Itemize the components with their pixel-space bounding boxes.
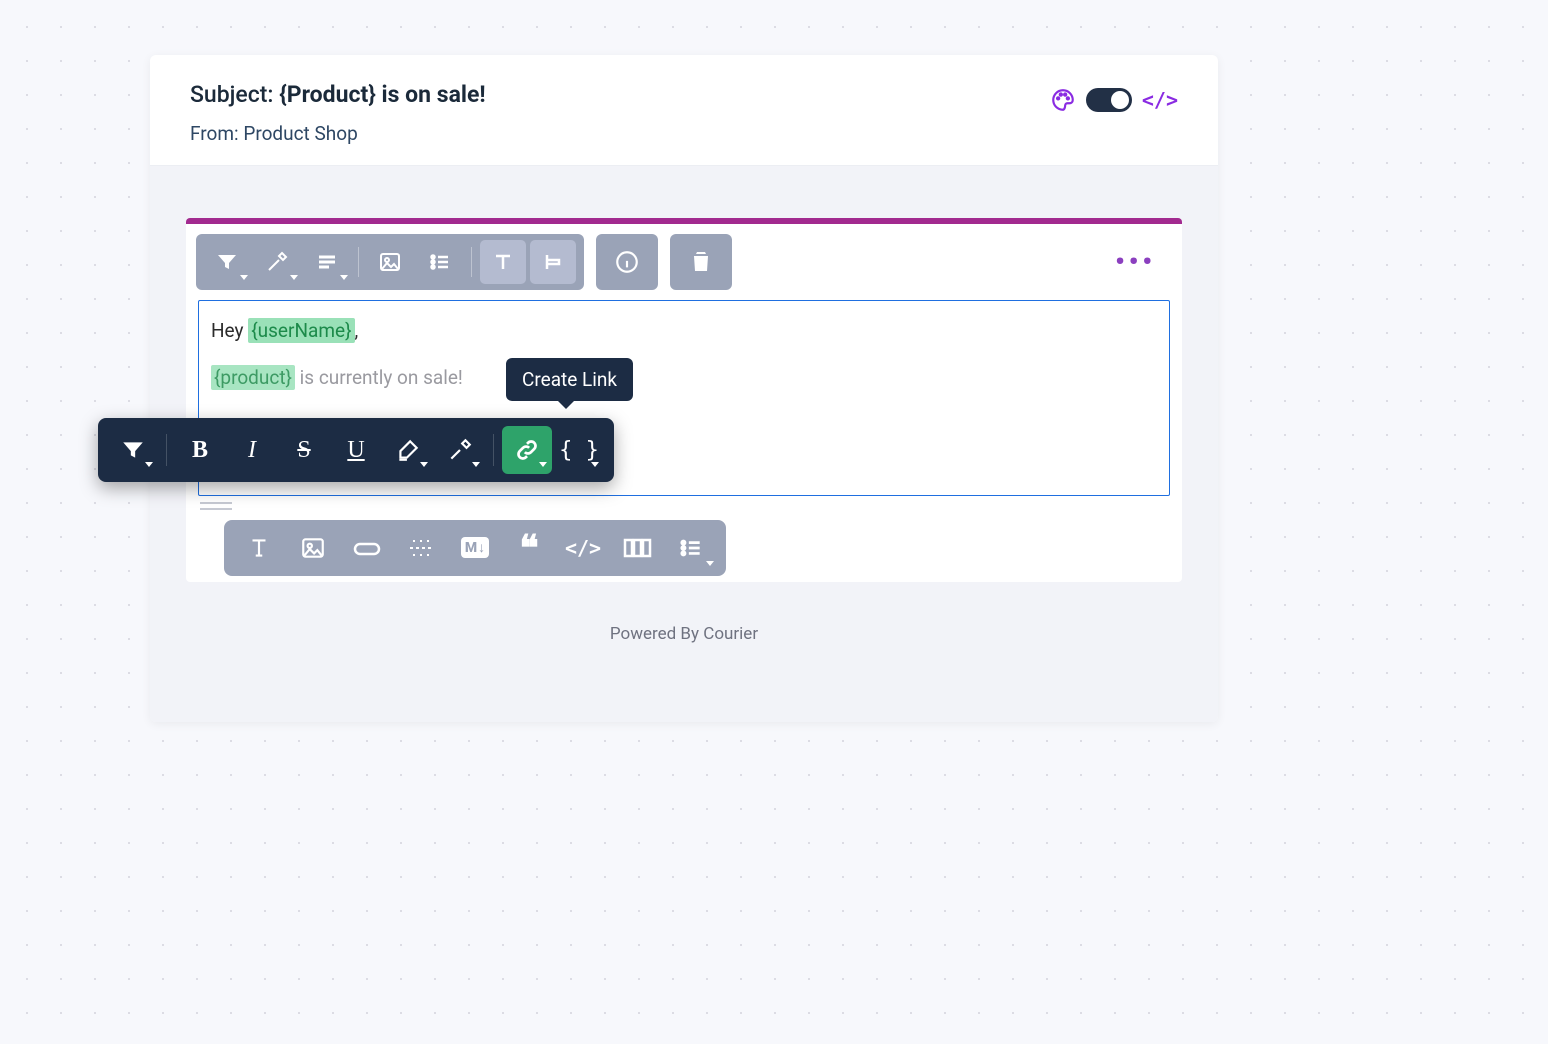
sel-filter-icon[interactable] xyxy=(108,426,158,474)
insert-code-icon[interactable]: </> xyxy=(558,526,608,570)
line2-rest: is currently on sale! xyxy=(295,366,463,389)
toolbar-group-info xyxy=(596,234,658,290)
insert-columns-icon[interactable] xyxy=(612,526,662,570)
line1-prefix: Hey xyxy=(211,319,248,342)
header-toggle-icon[interactable] xyxy=(530,240,576,284)
highlight-icon[interactable] xyxy=(383,426,433,474)
insert-text-icon[interactable] xyxy=(234,526,284,570)
variable-username: {userName} xyxy=(248,318,354,343)
toolbar-group-delete xyxy=(670,234,732,290)
insert-divider-icon[interactable] xyxy=(396,526,446,570)
bullet-list-icon[interactable] xyxy=(417,240,463,284)
underline-icon[interactable]: U xyxy=(331,426,381,474)
filter-icon[interactable] xyxy=(204,240,250,284)
subject-line[interactable]: Subject: {Product} is on sale! xyxy=(190,81,1050,108)
designer-card: Subject: {Product} is on sale! From: Pro… xyxy=(150,55,1218,722)
text-color-icon[interactable] xyxy=(435,426,485,474)
content-line-2: {product} is currently on sale! xyxy=(211,364,1157,393)
bold-icon[interactable]: B xyxy=(175,426,225,474)
eyedropper-icon[interactable] xyxy=(254,240,300,284)
subject-value: {Product} is on sale! xyxy=(279,81,485,108)
subject-label: Subject: xyxy=(190,81,273,108)
editor-block: ••• Hey {userName}, {product} is current… xyxy=(186,218,1182,582)
overflow-menu-icon[interactable]: ••• xyxy=(1115,247,1156,277)
toolbar-group-main xyxy=(196,234,584,290)
palette-icon[interactable] xyxy=(1050,87,1076,113)
block-toolbar: ••• xyxy=(186,224,1182,290)
header-right: </> xyxy=(1050,81,1178,113)
trash-icon[interactable] xyxy=(678,240,724,284)
text-type-icon[interactable] xyxy=(480,240,526,284)
card-header: Subject: {Product} is on sale! From: Pro… xyxy=(150,55,1218,166)
tooltip-create-link: Create Link xyxy=(506,358,633,401)
content-line-1: Hey {userName}, xyxy=(211,317,1157,346)
code-icon[interactable]: </> xyxy=(1142,88,1178,112)
insert-button-icon[interactable] xyxy=(342,526,392,570)
insert-quote-icon[interactable]: ❝ xyxy=(504,526,554,570)
link-icon[interactable] xyxy=(502,426,552,474)
insert-toolbar: M↓ ❝ </> xyxy=(224,520,726,576)
mode-toggle[interactable] xyxy=(1086,88,1132,112)
line1-suffix: , xyxy=(355,319,359,342)
from-value: Product Shop xyxy=(243,122,357,145)
variable-product: {product} xyxy=(211,365,295,390)
header-left: Subject: {Product} is on sale! From: Pro… xyxy=(190,81,1050,145)
footer-text: Powered By Courier xyxy=(186,582,1182,652)
image-icon[interactable] xyxy=(367,240,413,284)
drag-handle-icon[interactable] xyxy=(200,502,232,510)
info-icon[interactable] xyxy=(604,240,650,284)
insert-list-icon[interactable] xyxy=(666,526,716,570)
variable-icon[interactable]: { } xyxy=(554,426,604,474)
from-line[interactable]: From: Product Shop xyxy=(190,122,1050,145)
align-icon[interactable] xyxy=(304,240,350,284)
from-label: From: xyxy=(190,122,239,145)
italic-icon[interactable]: I xyxy=(227,426,277,474)
insert-image-icon[interactable] xyxy=(288,526,338,570)
strikethrough-icon[interactable]: S xyxy=(279,426,329,474)
insert-markdown-icon[interactable]: M↓ xyxy=(450,526,500,570)
selection-toolbar: B I S U { } xyxy=(98,418,614,482)
